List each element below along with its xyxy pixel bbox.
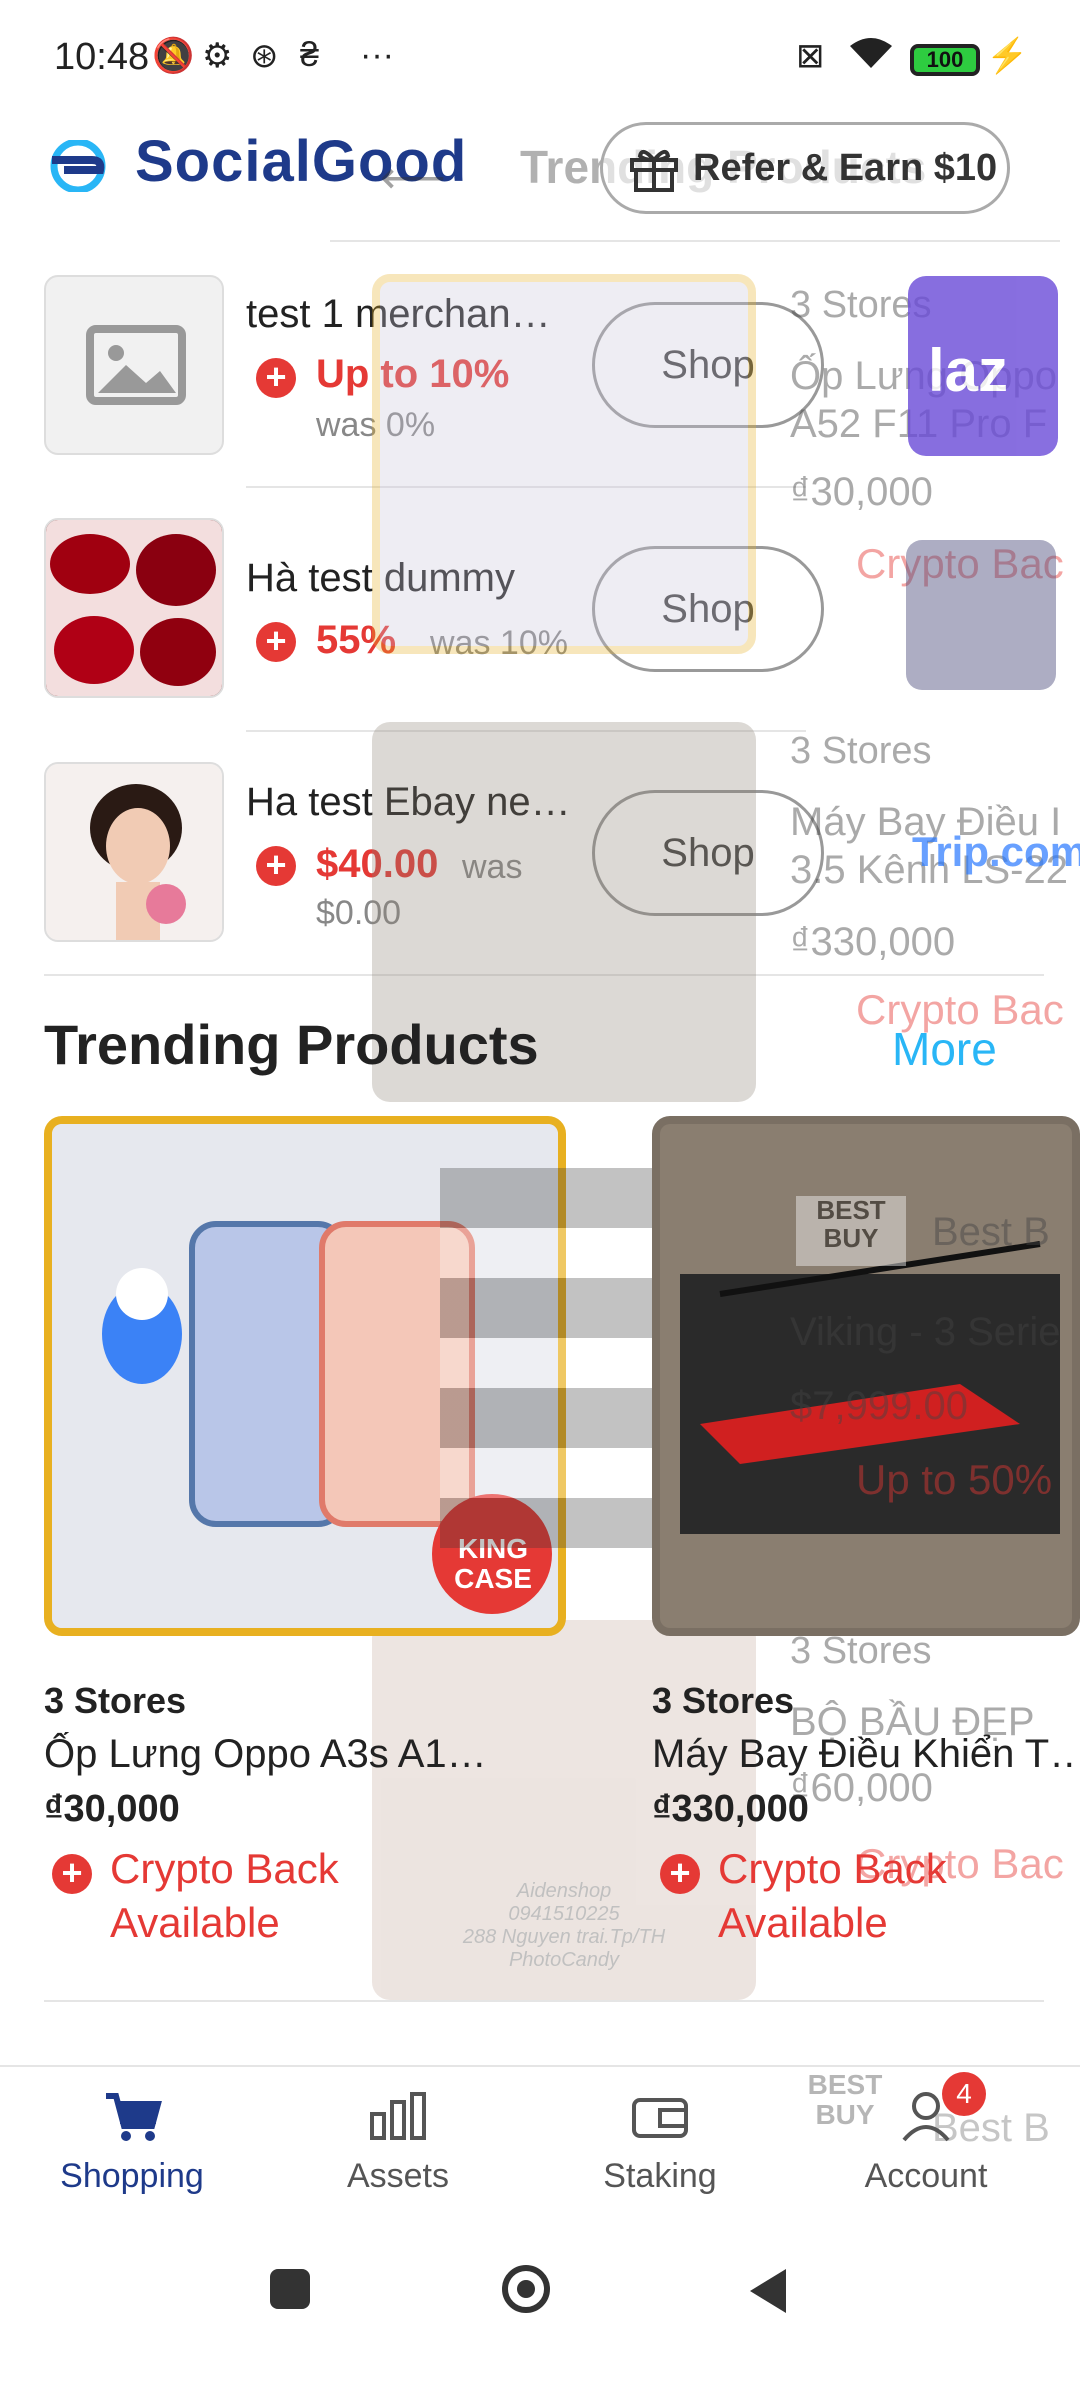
notification-badge: 4 — [942, 2072, 986, 2116]
ghost-stores: 3 Stores — [790, 1630, 932, 1672]
image-caption: Aidenshop — [516, 1880, 612, 1902]
status-bar: 10:48 🔕 ⚙ ⊛ ₴ ··· ⊠ 100 ⚡ — [0, 0, 1080, 110]
header-divider — [330, 240, 1060, 242]
mute-icon: 🔕 — [152, 37, 195, 75]
plus-icon: + — [52, 1854, 92, 1894]
merchant-thumb-placeholder[interactable] — [44, 275, 224, 455]
ghost-rate: Up to 50% — [856, 1456, 1053, 1503]
wifi-icon — [848, 36, 894, 79]
system-nav-bar — [0, 2215, 1080, 2400]
ghost-crypto: Crypto Bac — [856, 1840, 1064, 1887]
nav-staking[interactable]: Staking — [560, 2090, 760, 2196]
cart-icon — [106, 2093, 162, 2141]
ghost-product-image — [372, 274, 756, 654]
ghost-price: ₫30,000 — [790, 470, 933, 514]
nav-assets[interactable]: Assets — [298, 2090, 498, 2196]
ghost-thumb — [906, 540, 1056, 690]
vpn-icon: ⊛ — [250, 37, 279, 75]
product-price: ₫30,000 — [44, 1788, 180, 1830]
merchant-thumb-portrait[interactable] — [44, 762, 224, 942]
plus-icon: + — [660, 1854, 700, 1894]
crypto-back-line: Available — [718, 1899, 888, 1946]
product-image[interactable] — [652, 1116, 1080, 1636]
crypto-back-label: Crypto Back Available — [110, 1842, 339, 1950]
product-price: ₫330,000 — [652, 1788, 809, 1830]
ghost-price: ₫330,000 — [790, 920, 956, 964]
socialgood-logo-icon — [50, 140, 106, 192]
product-stores: 3 Stores — [44, 1680, 187, 1721]
image-caption: PhotoCandy — [508, 1949, 620, 1971]
nav-label: Account — [864, 2157, 988, 2195]
wallet-icon — [632, 2098, 688, 2138]
nav-label: Assets — [346, 2157, 450, 2195]
plus-icon: + — [256, 846, 296, 886]
back-icon[interactable] — [746, 2267, 790, 2315]
ghost-brand: Best B — [932, 1210, 1050, 1254]
no-sim-icon: ⊠ — [796, 37, 825, 75]
more-link[interactable]: More — [892, 1022, 997, 1076]
nav-shopping[interactable]: Shopping — [32, 2090, 232, 2196]
tripcom-logo[interactable]: Trip.com — [912, 828, 1080, 876]
section-title: Trending Products — [44, 1013, 539, 1076]
home-icon[interactable] — [502, 2265, 550, 2313]
ghost-name: BỘ BẦU ĐẸP — [790, 1700, 1035, 1744]
refer-earn-label: Refer & Earn $10 — [693, 146, 998, 189]
crypto-back-line: Available — [110, 1899, 280, 1946]
section-divider — [44, 2000, 1044, 2002]
merchant-thumb-lipstick[interactable] — [44, 518, 224, 698]
plus-icon: + — [256, 358, 296, 398]
image-caption: 0941510225 — [508, 1903, 620, 1925]
status-time: 10:48 — [54, 36, 150, 78]
ghost-name: Viking - 3 Serie — [790, 1310, 1061, 1354]
ghost-stores: 3 Stores — [790, 730, 932, 772]
bestbuy-logo[interactable]: BEST BUY — [796, 1196, 906, 1266]
gift-icon — [630, 149, 678, 192]
recents-icon[interactable] — [270, 2269, 310, 2309]
nav-label: Shopping — [60, 2157, 204, 2195]
crypto-back-line: Crypto Back — [110, 1845, 339, 1892]
bars-icon — [370, 2092, 426, 2140]
product-name[interactable]: Ốp Lưng Oppo A3s A1… — [44, 1732, 494, 1777]
more-icon: ··· — [360, 36, 394, 74]
ghost-price: $7,999.00 — [790, 1384, 968, 1428]
charging-icon: ⚡ — [986, 37, 1029, 75]
ghost-product-image — [440, 1168, 670, 1548]
lazada-logo[interactable]: laz — [908, 276, 1058, 456]
settings-icon: ⚙ — [202, 37, 233, 75]
nav-label: Staking — [603, 2157, 717, 2195]
plus-icon: + — [256, 622, 296, 662]
ghost-price: ₫60,000 — [790, 1766, 933, 1810]
battery-icon: 100 — [910, 44, 980, 76]
back-arrow-icon[interactable]: ⟵ — [380, 150, 446, 204]
sim-icon: ₴ — [300, 36, 319, 74]
image-caption: 288 Nguyen trai.Tp/TH — [462, 1926, 666, 1948]
product-stores: 3 Stores — [652, 1680, 795, 1721]
nav-account[interactable]: Account — [826, 2090, 1026, 2196]
